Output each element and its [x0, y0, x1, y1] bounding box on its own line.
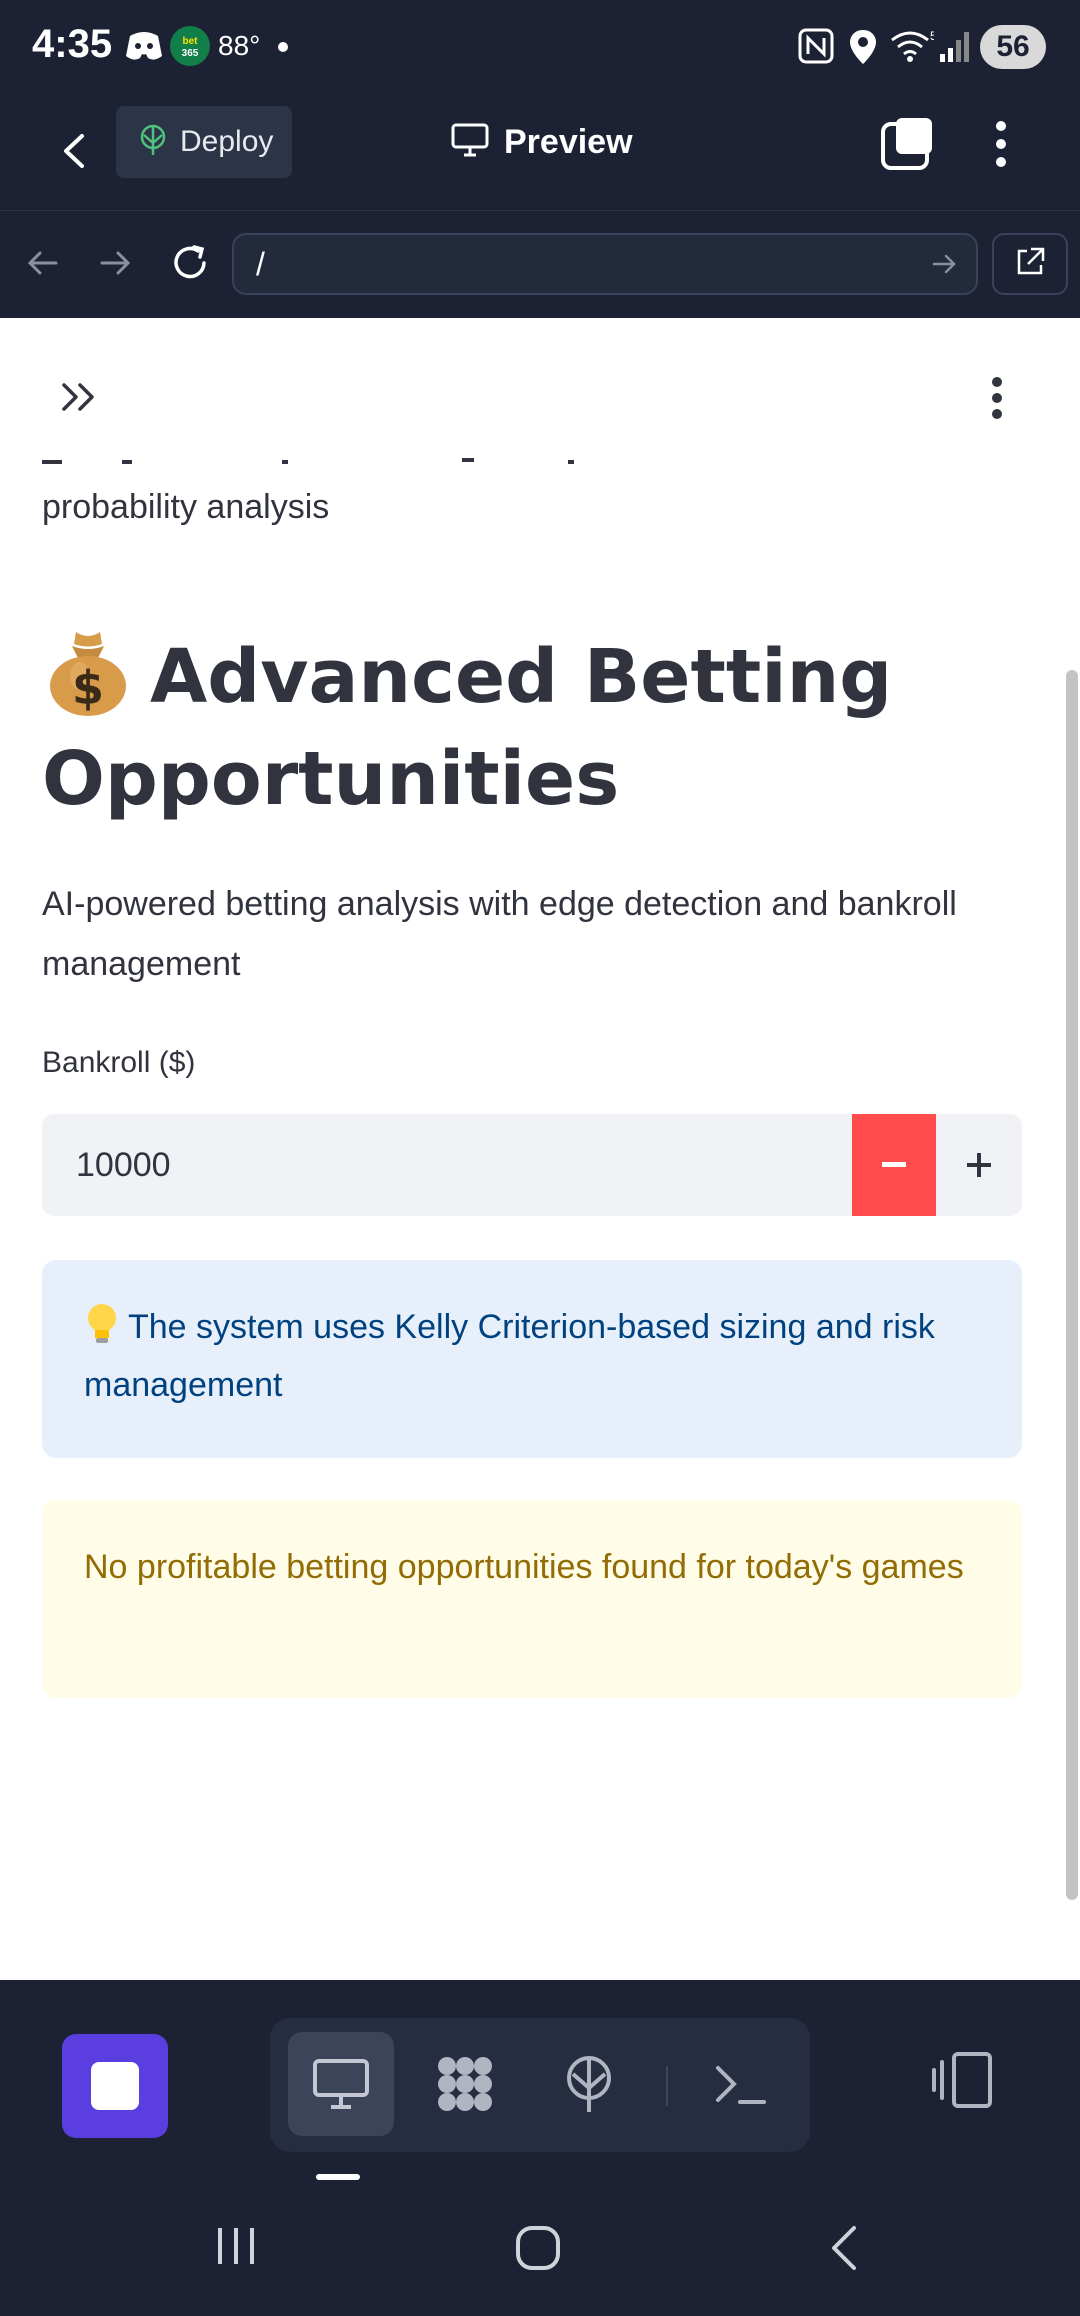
stop-button[interactable]: [62, 2034, 168, 2138]
nfc-icon: [798, 28, 834, 69]
tab-console[interactable]: [688, 2032, 794, 2136]
status-bar: 4:35 bet 365 88° 5 56: [0, 0, 1080, 92]
battery-indicator: 56: [980, 25, 1046, 69]
view-tab-group: [270, 2018, 810, 2152]
clipped-text-fragment: [42, 458, 574, 464]
status-temperature: 88°: [218, 30, 261, 61]
expand-sidebar-icon[interactable]: [60, 380, 100, 419]
notification-dot: [278, 42, 288, 52]
warning-alert: No profitable betting opportunities foun…: [42, 1500, 1022, 1698]
plus-icon: [967, 1153, 991, 1177]
home-icon[interactable]: [514, 2224, 562, 2277]
status-time: 4:35: [32, 22, 113, 66]
page-title-text: Advanced Betting Opportunities: [42, 634, 893, 822]
url-bar: /: [0, 210, 1080, 318]
tab-deploy[interactable]: [536, 2032, 642, 2136]
deploy-label: Deploy: [180, 125, 274, 158]
nodes-icon: [438, 2057, 492, 2111]
tab-nodes[interactable]: [412, 2032, 518, 2136]
location-icon: [848, 28, 878, 71]
increment-button[interactable]: [936, 1114, 1022, 1216]
bankroll-value[interactable]: 10000: [76, 1114, 171, 1216]
app-header: Deploy Preview: [0, 92, 1080, 210]
nav-forward-icon[interactable]: [96, 241, 136, 290]
open-external-button[interactable]: [992, 233, 1068, 295]
system-navigation-bar: [0, 2180, 1080, 2316]
preview-tab[interactable]: Preview: [450, 112, 633, 172]
nav-back-icon[interactable]: [22, 241, 62, 290]
more-options-icon[interactable]: [984, 116, 1018, 177]
svg-text:bet: bet: [183, 36, 199, 47]
tabs-switcher-icon[interactable]: [880, 116, 936, 177]
discord-icon: [124, 28, 164, 69]
deploy-icon: [138, 123, 168, 162]
minus-icon: [882, 1162, 906, 1167]
side-panel-icon[interactable]: [930, 2050, 994, 2115]
info-alert: The system uses Kelly Criterion-based si…: [42, 1260, 1022, 1458]
main-menu-icon[interactable]: [985, 374, 1009, 427]
go-arrow-icon[interactable]: [930, 249, 960, 284]
page-subtitle: AI-powered betting analysis with edge de…: [42, 885, 957, 983]
info-message: The system uses Kelly Criterion-based si…: [84, 1308, 935, 1404]
app-content: probability analysis $ Advanced Betting …: [0, 318, 1080, 1980]
signal-icon: [938, 28, 974, 69]
tab-preview[interactable]: [288, 2032, 394, 2136]
system-back-icon[interactable]: [822, 2224, 866, 2277]
page-title: $ Advanced Betting Opportunities: [42, 624, 1002, 830]
deploy-button[interactable]: Deploy: [116, 106, 292, 178]
lightbulb-icon: [84, 1302, 120, 1346]
tab-divider: [666, 2066, 668, 2106]
recent-apps-icon[interactable]: [214, 2224, 258, 2273]
decrement-button[interactable]: [852, 1114, 936, 1216]
monitor-icon: [450, 122, 490, 163]
external-link-icon: [1013, 245, 1047, 284]
warning-message: No profitable betting opportunities foun…: [84, 1548, 964, 1586]
svg-text:5: 5: [930, 29, 934, 43]
back-button[interactable]: [50, 116, 100, 186]
content-scrollbar[interactable]: [1066, 670, 1078, 1900]
money-bag-icon: $: [42, 624, 134, 716]
bankroll-number-input[interactable]: 10000: [42, 1114, 1022, 1216]
deploy-icon: [567, 2056, 611, 2112]
refresh-icon[interactable]: [168, 241, 212, 290]
bet365-icon: bet 365: [170, 26, 210, 71]
preview-label: Preview: [504, 122, 633, 161]
terminal-icon: [716, 2066, 766, 2104]
stop-icon: [91, 2062, 139, 2110]
svg-text:$: $: [72, 661, 104, 715]
bankroll-label: Bankroll ($): [42, 1046, 196, 1079]
previous-caption: probability analysis: [42, 488, 330, 526]
bottom-toolbar: [0, 1980, 1080, 2180]
url-input[interactable]: /: [232, 233, 978, 295]
svg-text:365: 365: [182, 48, 199, 59]
monitor-icon: [313, 2059, 369, 2109]
wifi-icon: 5: [890, 28, 937, 69]
